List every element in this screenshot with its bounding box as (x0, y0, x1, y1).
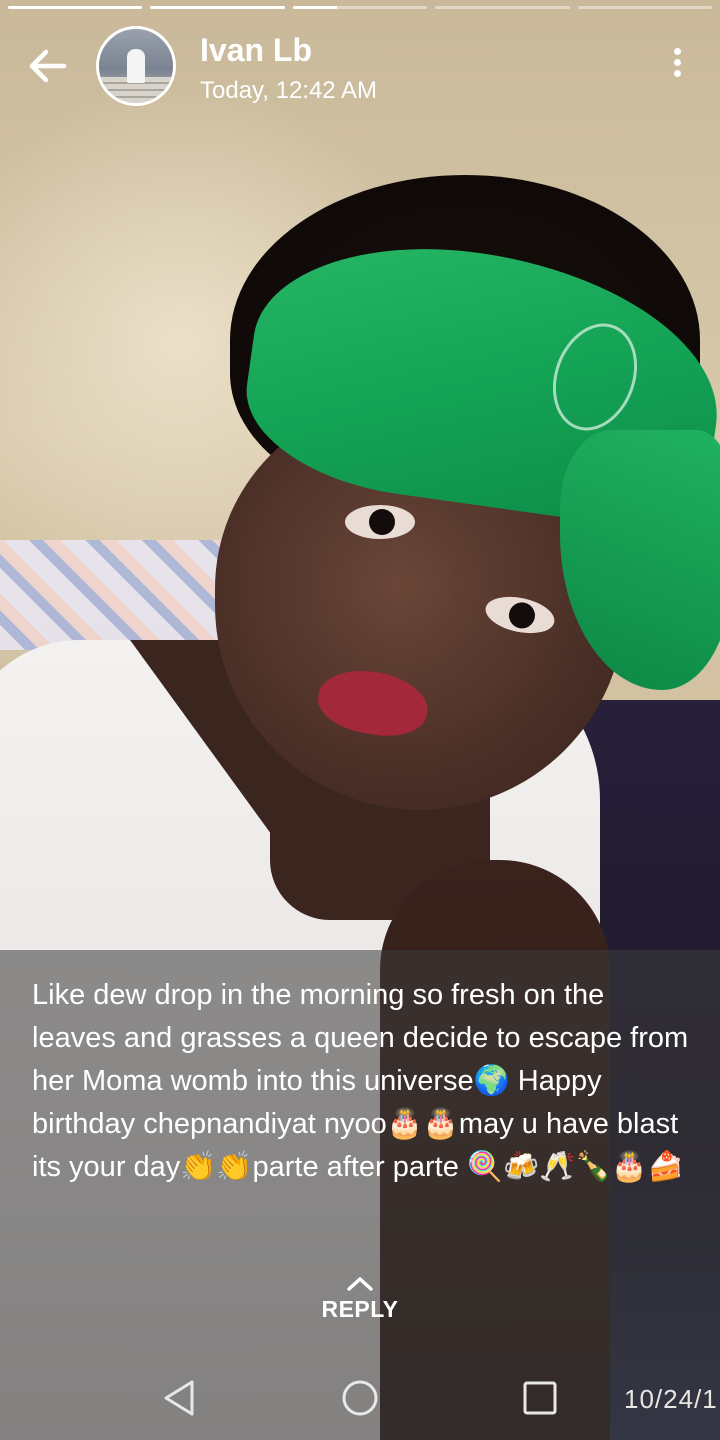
story-progress-bar (8, 6, 713, 9)
nav-back-triangle-icon (164, 1380, 194, 1416)
arrow-left-icon (29, 49, 67, 83)
story-progress-segment (150, 6, 285, 9)
nav-recents-button[interactable] (520, 1378, 560, 1418)
reply-button[interactable]: REPLY (300, 1268, 420, 1338)
nav-home-button[interactable] (340, 1378, 380, 1418)
sender-name[interactable]: Ivan Lb (200, 32, 312, 69)
status-viewer[interactable]: Ivan Lb Today, 12:42 AM Like dew drop in… (0, 0, 720, 1440)
status-caption: Like dew drop in the morning so fresh on… (32, 979, 689, 1183)
story-progress-segment (8, 6, 143, 9)
nav-back-button[interactable] (160, 1378, 200, 1418)
nav-recents-square-icon (523, 1381, 557, 1415)
more-vertical-icon (660, 48, 694, 77)
photo-blanket (0, 540, 240, 650)
avatar-photo-person (127, 49, 145, 83)
story-progress-fill (292, 6, 338, 9)
status-header: Ivan Lb Today, 12:42 AM (0, 24, 720, 114)
avatar[interactable] (96, 26, 176, 106)
photo-date-stamp: 10/24/1 (624, 1384, 718, 1414)
story-progress-fill (150, 6, 285, 9)
back-button[interactable] (24, 42, 72, 90)
more-options-button[interactable] (660, 44, 694, 88)
story-progress-segment (435, 6, 570, 9)
reply-label: REPLY (321, 1296, 399, 1322)
photo-left-eye (345, 505, 415, 539)
system-nav-bar: 10/24/1 (0, 1360, 720, 1440)
nav-home-circle-icon (342, 1380, 378, 1416)
story-progress-segment (577, 6, 713, 9)
story-progress-segment (292, 6, 428, 9)
status-timestamp: Today, 12:42 AM (200, 77, 377, 104)
story-progress-fill (8, 6, 143, 9)
chevron-up-icon (347, 1277, 373, 1291)
